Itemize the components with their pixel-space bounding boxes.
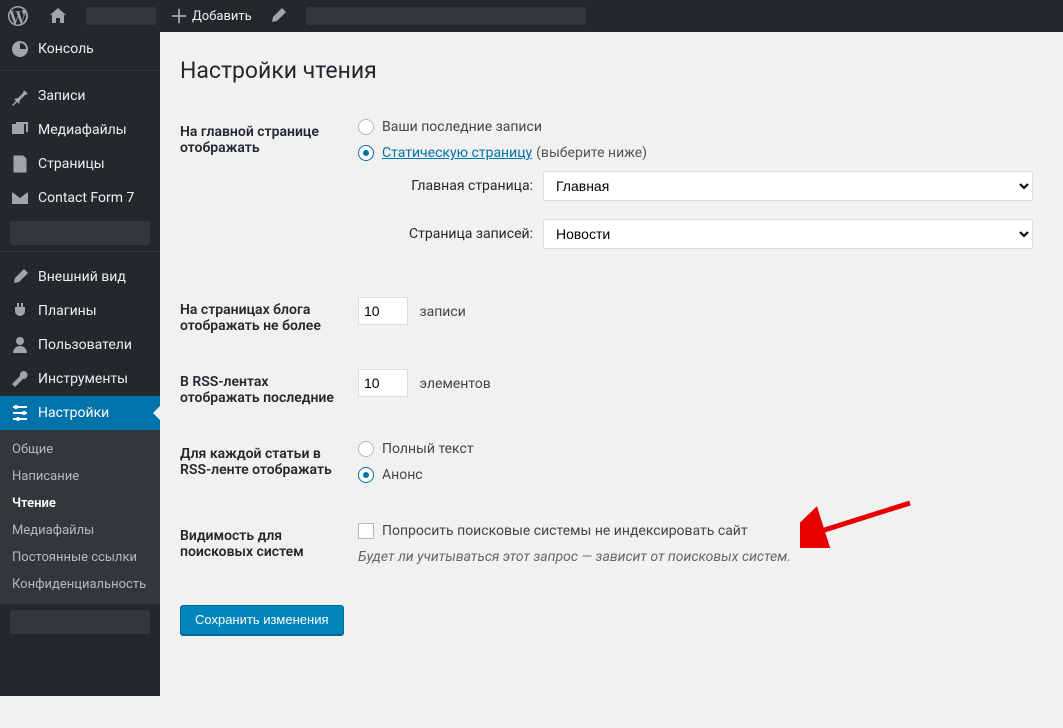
redacted — [10, 221, 150, 245]
sidebar-item-label: Инструменты — [38, 371, 128, 387]
media-icon — [10, 120, 30, 140]
submenu-privacy[interactable]: Конфиденциальность — [0, 571, 160, 598]
save-button[interactable]: Сохранить изменения — [180, 605, 344, 635]
radio-icon[interactable] — [358, 119, 374, 135]
radio-icon-checked[interactable] — [358, 467, 374, 483]
admin-sidebar: Консоль Записи Медиафайлы Страницы Conta… — [0, 32, 160, 696]
wp-logo[interactable] — [0, 0, 40, 32]
radio-label: Полный текст — [382, 441, 474, 457]
sidebar-item-users[interactable]: Пользователи — [0, 328, 160, 362]
wrench-icon — [10, 369, 30, 389]
radio-rss-full[interactable]: Полный текст — [358, 441, 1033, 457]
sidebar-item-media[interactable]: Медиафайлы — [0, 113, 160, 147]
sidebar-item-label: Консоль — [38, 41, 94, 57]
radio-icon-checked[interactable] — [358, 145, 374, 161]
add-new-label: Добавить — [192, 9, 252, 24]
redacted — [306, 7, 586, 25]
sidebar-item-plugins[interactable]: Плагины — [0, 294, 160, 328]
submenu-permalinks[interactable]: Постоянные ссылки — [0, 544, 160, 571]
radio-rss-summary[interactable]: Анонс — [358, 467, 1033, 483]
settings-submenu: Общие Написание Чтение Медиафайлы Постоя… — [0, 430, 160, 604]
blog-limit-label: На страницах блога отображать не более — [180, 282, 348, 354]
checkbox-noindex[interactable] — [358, 523, 374, 539]
sidebar-item-label: Медиафайлы — [38, 122, 127, 138]
home-link[interactable] — [40, 0, 80, 32]
user-icon — [10, 335, 30, 355]
checkbox-label: Попросить поисковые системы не индексиро… — [382, 523, 748, 539]
homepage-select-label: Главная страница: — [383, 178, 543, 194]
brush-icon — [268, 6, 288, 26]
customize-link[interactable] — [260, 0, 300, 32]
sidebar-item-label: Настройки — [38, 405, 109, 421]
rss-content-label: Для каждой статьи в RSS-ленте отображать — [180, 426, 348, 508]
sidebar-item-cf7[interactable]: Contact Form 7 — [0, 181, 160, 215]
sidebar-item-dashboard[interactable]: Консоль — [0, 32, 160, 66]
postspage-select-label: Страница записей: — [383, 226, 543, 242]
search-visibility-label: Видимость для поисковых систем — [180, 508, 348, 580]
sidebar-item-posts[interactable]: Записи — [0, 79, 160, 113]
page-icon — [10, 154, 30, 174]
wordpress-icon — [8, 6, 28, 26]
sidebar-item-label: Пользователи — [38, 337, 132, 353]
submenu-reading[interactable]: Чтение — [0, 490, 160, 517]
pin-icon — [10, 86, 30, 106]
blog-limit-input[interactable] — [358, 297, 408, 325]
add-new-link[interactable]: Добавить — [162, 0, 260, 32]
sidebar-item-label: Записи — [38, 88, 86, 104]
redacted — [10, 610, 150, 634]
homepage-select[interactable]: Главная — [543, 171, 1033, 201]
sidebar-item-settings[interactable]: Настройки — [0, 396, 160, 430]
plugin-icon — [10, 301, 30, 321]
radio-label: Ваши последние записи — [382, 119, 542, 135]
brush-icon — [10, 267, 30, 287]
submenu-media[interactable]: Медиафайлы — [0, 517, 160, 544]
menu-separator — [0, 70, 160, 75]
radio-label-link[interactable]: Статическую страницу — [382, 145, 532, 161]
radio-icon[interactable] — [358, 441, 374, 457]
content-area: Настройки чтения На главной странице ото… — [160, 32, 1063, 655]
sliders-icon — [10, 403, 30, 423]
home-icon — [48, 6, 68, 26]
page-title: Настройки чтения — [180, 57, 1043, 84]
menu-separator — [0, 251, 160, 256]
radio-latest-posts[interactable]: Ваши последние записи — [358, 119, 1033, 135]
mail-icon — [10, 188, 30, 208]
sidebar-item-label: Плагины — [38, 303, 97, 319]
sidebar-item-appearance[interactable]: Внешний вид — [0, 260, 160, 294]
plus-icon — [170, 7, 188, 25]
rss-limit-unit: элементов — [419, 376, 490, 392]
select-hint: (выберите ниже) — [536, 145, 647, 161]
sidebar-item-tools[interactable]: Инструменты — [0, 362, 160, 396]
rss-limit-label: В RSS-лентах отображать последние — [180, 354, 348, 426]
admin-topbar: Добавить — [0, 0, 1063, 32]
search-description: Будет ли учитываться этот запрос — завис… — [358, 549, 1033, 565]
checkbox-noindex-row[interactable]: Попросить поисковые системы не индексиро… — [358, 523, 1033, 539]
front-page-label: На главной странице отображать — [180, 104, 348, 282]
sidebar-item-label: Contact Form 7 — [38, 190, 134, 206]
sidebar-item-pages[interactable]: Страницы — [0, 147, 160, 181]
rss-limit-input[interactable] — [358, 369, 408, 397]
blog-limit-unit: записи — [419, 304, 465, 320]
sidebar-item-label: Внешний вид — [38, 269, 126, 285]
postspage-select[interactable]: Новости — [543, 219, 1033, 249]
sidebar-item-label: Страницы — [38, 156, 105, 172]
submenu-general[interactable]: Общие — [0, 436, 160, 463]
radio-static-page[interactable]: Статическую страницу (выберите ниже) — [358, 145, 1033, 161]
radio-label: Анонс — [382, 467, 423, 483]
dashboard-icon — [10, 39, 30, 59]
redacted — [86, 7, 156, 25]
submenu-writing[interactable]: Написание — [0, 463, 160, 490]
settings-form: На главной странице отображать Ваши посл… — [180, 104, 1043, 580]
